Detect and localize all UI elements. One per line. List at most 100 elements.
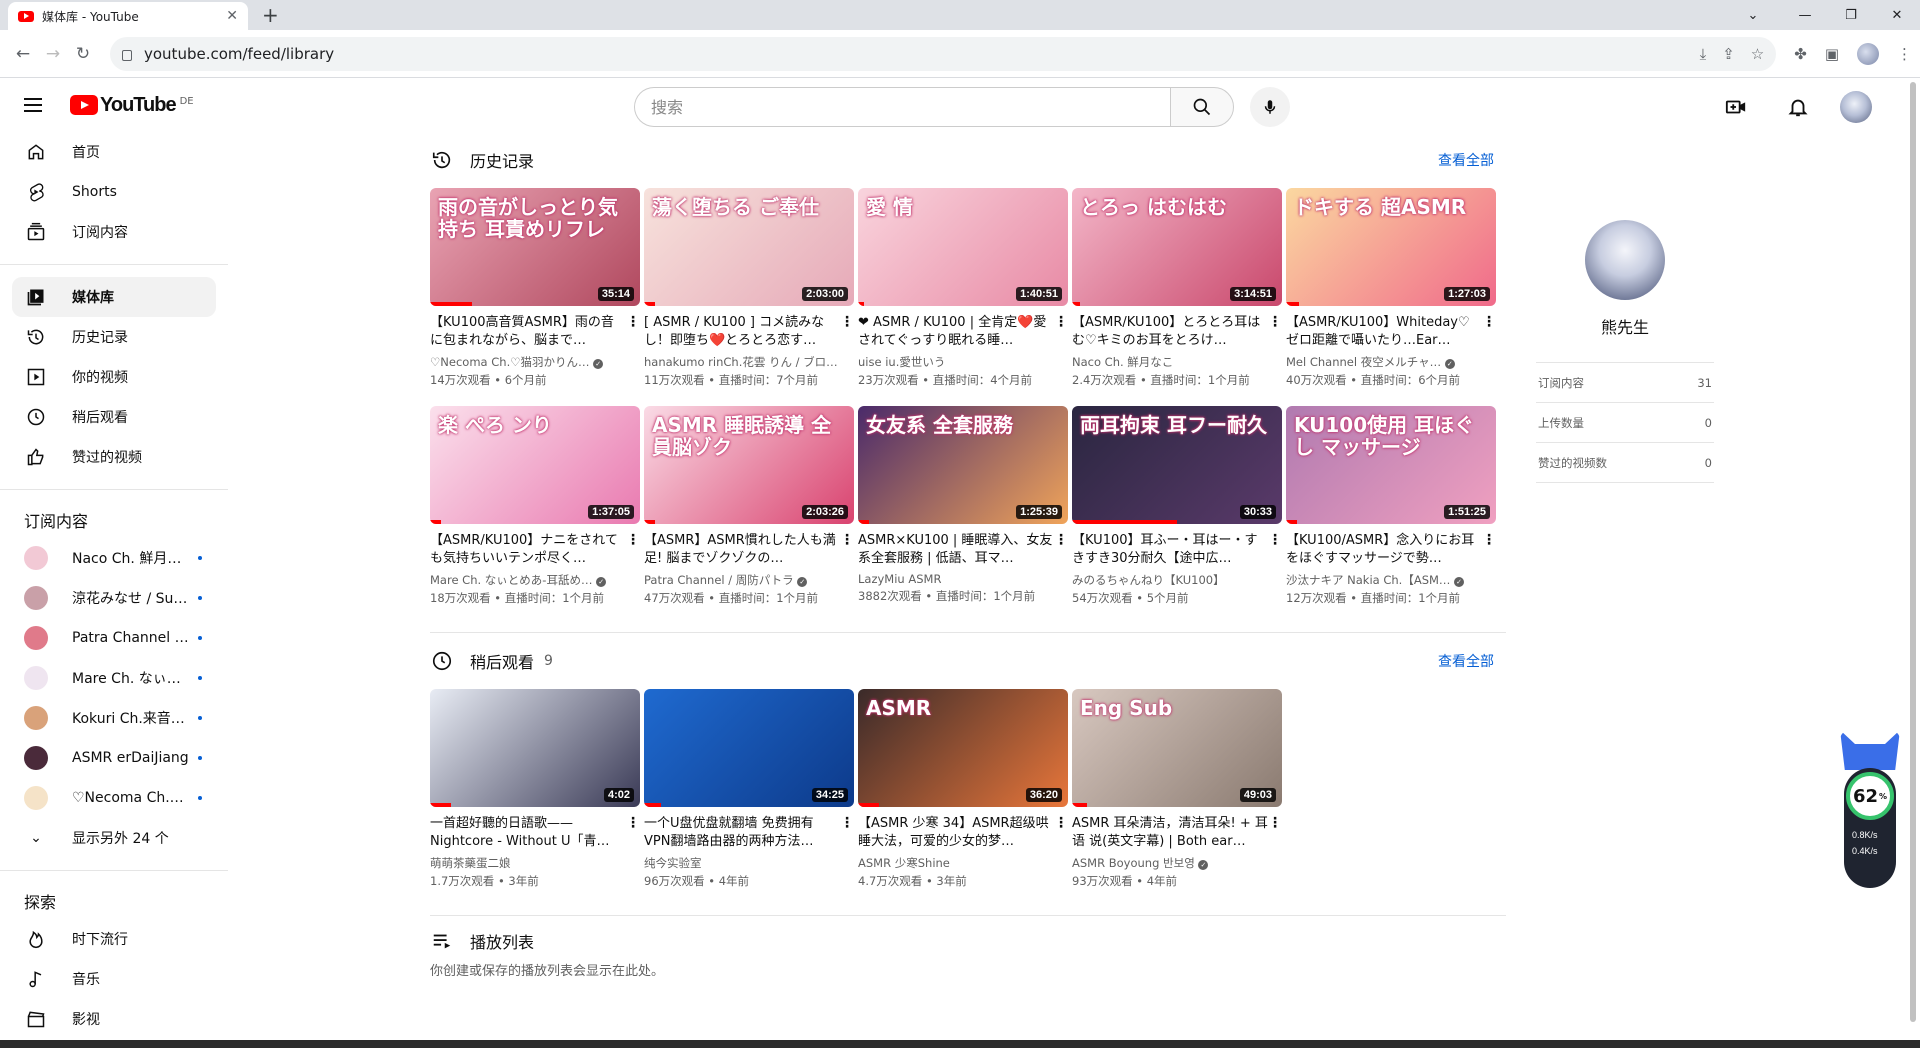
video-thumbnail[interactable]: ASMR 睡眠誘導 全員脳ゾク 2:03:26 xyxy=(644,406,854,524)
channel-name-text[interactable]: 萌萌茶藥蛋二娘 xyxy=(430,856,511,870)
channel-name[interactable]: 萌萌茶藥蛋二娘 xyxy=(430,855,626,871)
channel-name[interactable]: 纯今实验室 xyxy=(644,855,840,871)
video-thumbnail[interactable]: KU100使用 耳ほぐし マッサージ 1:51:25 xyxy=(1286,406,1496,524)
video-title[interactable]: 一首超好聽的日語歌——Nightcore - Without U「青… xyxy=(430,815,626,851)
account-avatar[interactable] xyxy=(1840,91,1872,123)
more-actions-icon[interactable]: ⋮ xyxy=(1054,815,1068,889)
video-thumbnail[interactable]: 愛 情 1:40:51 xyxy=(858,188,1068,306)
create-video-button[interactable] xyxy=(1716,87,1756,127)
more-actions-icon[interactable]: ⋮ xyxy=(1054,532,1068,604)
channel-name-text[interactable]: みのるちゃんねり【KU100】 xyxy=(1072,573,1225,587)
video-title[interactable]: 【KU100/ASMR】念入りにお耳をほぐすマッサージで勢… xyxy=(1286,532,1482,568)
video-title[interactable]: 【ASMR/KU100】ナニをされても気持ちいいテンポ尽く… xyxy=(430,532,626,568)
subscription-item[interactable]: Kokuri Ch.来音こ… xyxy=(12,698,216,738)
video-card[interactable]: KU100使用 耳ほぐし マッサージ 1:51:25 【KU100/ASMR】念入り… xyxy=(1286,406,1496,606)
section-title[interactable]: 播放列表 xyxy=(470,929,534,953)
page-scrollbar[interactable] xyxy=(1906,78,1920,1040)
more-actions-icon[interactable]: ⋮ xyxy=(840,532,854,606)
video-title[interactable]: [ ASMR / KU100 ] コメ読みなし！即堕ち❤️とろとろ恋す… xyxy=(644,314,840,350)
video-title[interactable]: 【ASMR】ASMR慣れした人も満足! 脳までゾクゾクの… xyxy=(644,532,840,568)
browser-profile-avatar[interactable] xyxy=(1857,42,1879,65)
more-actions-icon[interactable]: ⋮ xyxy=(1054,314,1068,388)
more-actions-icon[interactable]: ⋮ xyxy=(626,314,640,388)
video-title[interactable]: 【KU100高音質ASMR】雨の音に包まれながら、脳まで… xyxy=(430,314,626,350)
video-card[interactable]: とろっ はむはむ 3:14:51 【ASMR/KU100】とろとろ耳はむ♡キミのお耳… xyxy=(1072,188,1282,388)
sidebar-item-subscriptions[interactable]: 订阅内容 xyxy=(12,212,216,252)
new-tab-button[interactable]: + xyxy=(262,3,279,27)
video-thumbnail[interactable]: 両耳拘束 耳フー耐久 30:33 xyxy=(1072,406,1282,524)
more-actions-icon[interactable]: ⋮ xyxy=(1482,314,1496,388)
channel-name-text[interactable]: hanakumo rinCh.花雲 りん / ブロ… xyxy=(644,355,838,369)
video-thumbnail[interactable]: ドキする 超ASMR 1:27:03 xyxy=(1286,188,1496,306)
notifications-button[interactable] xyxy=(1778,87,1818,127)
video-thumbnail[interactable]: とろっ はむはむ 3:14:51 xyxy=(1072,188,1282,306)
video-title[interactable]: ASMR 耳朵清洁，清洁耳朵! + 耳语 说(英文字幕) | Both ear… xyxy=(1072,815,1268,851)
youtube-logo[interactable]: YouTube DE xyxy=(70,94,194,117)
video-thumbnail[interactable]: 蕩く堕ちる ご奉仕 2:03:00 xyxy=(644,188,854,306)
menu-icon[interactable] xyxy=(16,90,56,120)
video-card[interactable]: ASMR 睡眠誘導 全員脳ゾク 2:03:26 【ASMR】ASMR慣れした人も満足… xyxy=(644,406,854,606)
channel-name[interactable]: LazyMiu ASMR xyxy=(858,572,1054,586)
channel-name-text[interactable]: 纯今实验室 xyxy=(644,856,702,870)
see-all-watch-later-link[interactable]: 查看全部 xyxy=(1438,651,1506,671)
video-thumbnail[interactable]: 4:02 xyxy=(430,689,640,807)
sidebar-item-movies[interactable]: 影视 xyxy=(12,999,216,1039)
video-card[interactable]: 4:02 一首超好聽的日語歌——Nightcore - Without U「青… 萌… xyxy=(430,689,640,889)
side-panel-icon[interactable]: ▣ xyxy=(1825,45,1839,63)
more-actions-icon[interactable]: ⋮ xyxy=(840,815,854,889)
sidebar-item-history[interactable]: 历史记录 xyxy=(12,317,216,357)
profile-avatar[interactable] xyxy=(1585,220,1665,300)
more-actions-icon[interactable]: ⋮ xyxy=(1268,532,1282,606)
video-card[interactable]: Eng Sub 49:03 ASMR 耳朵清洁，清洁耳朵! + 耳语 说(英文字幕)… xyxy=(1072,689,1282,889)
close-tab-icon[interactable]: ✕ xyxy=(226,8,238,24)
video-card[interactable]: 蕩く堕ちる ご奉仕 2:03:00 [ ASMR / KU100 ] コメ読みなし！… xyxy=(644,188,854,388)
video-title[interactable]: 【ASMR 少寒 34】ASMR超级哄睡大法，可爱的少女的梦… xyxy=(858,815,1054,851)
restore-button[interactable]: ❐ xyxy=(1828,8,1874,23)
more-actions-icon[interactable]: ⋮ xyxy=(1268,815,1282,889)
more-actions-icon[interactable]: ⋮ xyxy=(626,532,640,606)
forward-icon[interactable]: → xyxy=(38,44,68,64)
lock-icon[interactable] xyxy=(122,50,132,61)
more-actions-icon[interactable]: ⋮ xyxy=(840,314,854,388)
extensions-icon[interactable]: ✤ xyxy=(1794,45,1807,63)
sidebar-item-library[interactable]: 媒体库 xyxy=(12,277,216,317)
channel-name-text[interactable]: uise iu.愛世いう xyxy=(858,355,945,369)
video-card[interactable]: 女友系 全套服務 1:25:39 ASMR×KU100 | 睡眠導入、女友系全套服務… xyxy=(858,406,1068,606)
bookmark-star-icon[interactable]: ☆ xyxy=(1751,45,1764,63)
video-card[interactable]: 愛 情 1:40:51 ❤ ASMR / KU100 | 全肯定❤️愛されてぐっすり… xyxy=(858,188,1068,388)
video-title[interactable]: 【ASMR/KU100】とろとろ耳はむ♡キミのお耳をとろけ… xyxy=(1072,314,1268,350)
scrollbar-thumb[interactable] xyxy=(1910,82,1916,1022)
video-thumbnail[interactable]: 女友系 全套服務 1:25:39 xyxy=(858,406,1068,524)
channel-name-text[interactable]: Mel Channel 夜空メルチャ… xyxy=(1286,355,1441,369)
see-all-history-link[interactable]: 查看全部 xyxy=(1438,150,1506,170)
video-title[interactable]: ASMR×KU100 | 睡眠導入、女友系全套服務 | 低語、耳マ… xyxy=(858,532,1054,568)
channel-name-text[interactable]: ASMR Boyoung 반보영 xyxy=(1072,856,1195,870)
minimize-button[interactable]: — xyxy=(1782,8,1828,23)
browser-tab[interactable]: 媒体库 - YouTube ✕ xyxy=(8,2,248,30)
video-title[interactable]: 【ASMR/KU100】Whiteday♡ゼロ距離で囁いたり…Ear… xyxy=(1286,314,1482,350)
sidebar-item-shorts[interactable]: Shorts xyxy=(12,172,216,212)
network-speed-widget[interactable]: 62% 0.8K/s 0.4K/s xyxy=(1840,730,1900,890)
subscription-item[interactable]: Naco Ch. 鮮月な… xyxy=(12,538,216,578)
video-thumbnail[interactable]: ASMR 36:20 xyxy=(858,689,1068,807)
channel-name[interactable]: hanakumo rinCh.花雲 りん / ブロ… xyxy=(644,354,840,370)
channel-name[interactable]: uise iu.愛世いう xyxy=(858,354,1054,370)
channel-name[interactable]: Patra Channel / 周防パトラ ✓ xyxy=(644,572,840,588)
url-bar[interactable]: youtube.com/feed/library ⤓ ⇪ ☆ xyxy=(110,36,1777,71)
show-more-subscriptions[interactable]: ⌄ 显示另外 24 个 xyxy=(12,818,216,858)
browser-menu-icon[interactable]: ⋮ xyxy=(1897,45,1912,63)
subscription-item[interactable]: 涼花みなせ / Suz… xyxy=(12,578,216,618)
subscription-item[interactable]: ASMR erDaiJiang xyxy=(12,738,216,778)
voice-search-button[interactable] xyxy=(1250,87,1290,127)
install-app-icon[interactable]: ⤓ xyxy=(1700,45,1707,63)
reload-icon[interactable]: ↻ xyxy=(68,44,98,64)
sidebar-item-your-videos[interactable]: 你的视频 xyxy=(12,357,216,397)
channel-name-text[interactable]: ♡Necoma Ch.♡猫羽かりん… xyxy=(430,355,590,369)
section-title[interactable]: 稍后观看 xyxy=(470,649,534,673)
url-text[interactable]: youtube.com/feed/library xyxy=(144,45,1700,63)
sidebar-item-liked-videos[interactable]: 赞过的视频 xyxy=(12,437,216,477)
more-actions-icon[interactable]: ⋮ xyxy=(1268,314,1282,388)
channel-name-text[interactable]: LazyMiu ASMR xyxy=(858,572,941,586)
channel-name-text[interactable]: Naco Ch. 鮮月なこ xyxy=(1072,355,1173,369)
channel-name[interactable]: 沙汰ナキア Nakia Ch.【ASM… ✓ xyxy=(1286,572,1482,588)
